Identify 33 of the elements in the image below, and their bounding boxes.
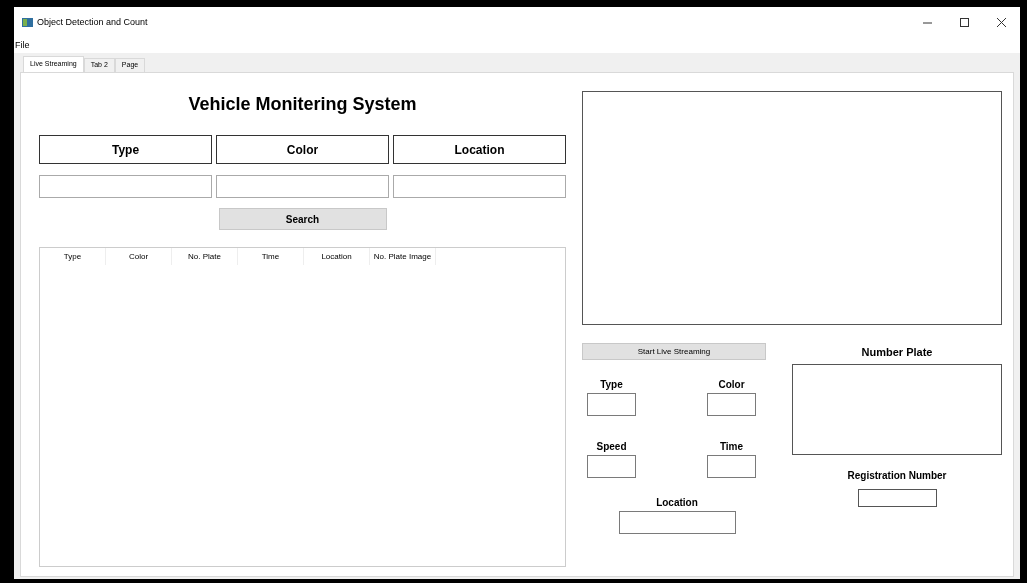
- filter-header: Type: [39, 135, 212, 164]
- detail-field[interactable]: [707, 393, 756, 416]
- filter-header: Location: [393, 135, 566, 164]
- filter-header: Color: [216, 135, 389, 164]
- filter-field[interactable]: [216, 175, 389, 198]
- close-icon[interactable]: [997, 18, 1006, 27]
- detail-field[interactable]: [707, 455, 756, 478]
- menu-item[interactable]: File: [14, 38, 31, 53]
- field-label: Time: [719, 440, 744, 453]
- column-header[interactable]: Color: [106, 248, 172, 265]
- registration-field[interactable]: [857, 489, 937, 507]
- start-streaming-button[interactable]: Start Live Streaming: [582, 343, 766, 360]
- column-header[interactable]: No. Plate Image: [370, 248, 436, 265]
- column-header[interactable]: No. Plate: [172, 248, 238, 265]
- field-label: Speed: [596, 440, 627, 453]
- field-label: Number Plate: [861, 345, 933, 359]
- detail-field[interactable]: [587, 393, 636, 416]
- filter-field[interactable]: [393, 175, 566, 198]
- app-icon: [22, 18, 33, 27]
- maximize-icon[interactable]: [960, 18, 969, 27]
- field-label: Location: [656, 496, 698, 509]
- field-label: Color: [718, 378, 745, 391]
- field-label: Registration Number: [847, 469, 947, 482]
- column-header[interactable]: Location: [304, 248, 370, 265]
- page-heading: Vehicle Monitering System: [187, 93, 418, 115]
- window-title: Object Detection and Count: [37, 15, 148, 29]
- column-header[interactable]: Type: [40, 248, 106, 265]
- detail-field[interactable]: [587, 455, 636, 478]
- field-label: Type: [600, 378, 623, 391]
- filter-field[interactable]: [39, 175, 212, 198]
- column-header[interactable]: Time: [238, 248, 304, 265]
- search-button[interactable]: Search: [218, 208, 387, 230]
- detail-field[interactable]: [618, 511, 736, 534]
